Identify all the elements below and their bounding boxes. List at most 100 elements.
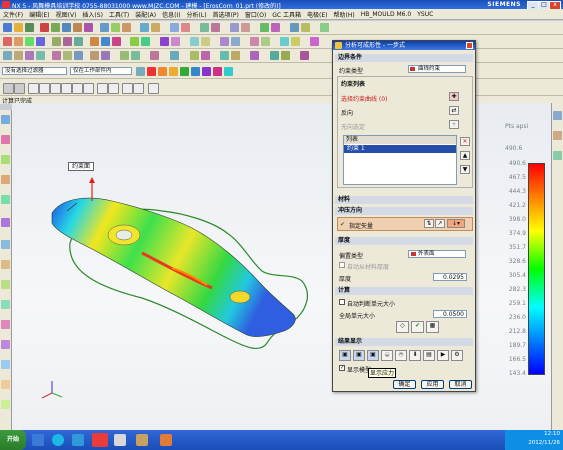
dialog-close-icon[interactable] [466, 42, 473, 49]
cross-icon[interactable] [83, 83, 94, 94]
trim-body-icon[interactable] [310, 37, 319, 46]
star-icon[interactable] [122, 83, 133, 94]
orient-icon[interactable] [90, 51, 99, 60]
intersection-icon[interactable] [202, 67, 211, 76]
on-face-icon[interactable] [224, 67, 233, 76]
quicklaunch-icon[interactable] [32, 434, 44, 446]
save-icon[interactable] [25, 23, 34, 32]
menu-insert[interactable]: 插入(S) [79, 10, 106, 19]
menu-tools[interactable]: 工具(T) [106, 10, 132, 19]
circle-tool-icon[interactable] [50, 83, 61, 94]
menu-help[interactable]: 帮助(H) [331, 10, 358, 19]
result-outline-icon[interactable]: ◓ [395, 350, 407, 361]
rotate-icon[interactable] [25, 51, 34, 60]
specify-button[interactable]: + [449, 120, 459, 129]
new-icon[interactable] [3, 23, 12, 32]
colour-icon[interactable] [231, 51, 240, 60]
move-icon[interactable] [291, 37, 300, 46]
menu-electrode[interactable]: 电极(E) [304, 10, 330, 19]
roles-right-icon[interactable] [553, 131, 562, 140]
line-tool-icon[interactable] [28, 83, 39, 94]
menu-file[interactable]: 文件(F) [0, 10, 26, 19]
text-icon[interactable] [90, 37, 99, 46]
tool-icon[interactable] [320, 23, 329, 32]
snap-icon[interactable] [290, 23, 299, 32]
select-icon[interactable] [3, 51, 12, 60]
measure-icon[interactable] [170, 23, 179, 32]
project-curve-icon[interactable] [63, 37, 72, 46]
reuse-library-icon[interactable] [1, 175, 10, 184]
axis-icon[interactable] [141, 37, 150, 46]
app-task-icon[interactable] [160, 434, 172, 446]
grid-icon[interactable] [301, 23, 310, 32]
endpoint-icon[interactable] [158, 67, 167, 76]
midpoint-icon[interactable] [169, 67, 178, 76]
move-down-button[interactable]: ▼ [460, 165, 470, 174]
quadrant-icon[interactable] [191, 67, 200, 76]
system-visualization-icon[interactable] [1, 260, 10, 269]
section-icon[interactable] [271, 23, 280, 32]
electrode-icon[interactable] [211, 23, 220, 32]
wcs-icon[interactable] [241, 23, 250, 32]
constraint-type-select[interactable]: 曲线约束 [408, 65, 466, 73]
mesh-button[interactable]: ▦ [426, 321, 439, 333]
from-material-checkbox[interactable] [339, 262, 345, 268]
zoom-icon[interactable] [14, 51, 23, 60]
point-tool-icon[interactable] [61, 83, 72, 94]
boolean-icon[interactable] [84, 23, 93, 32]
vector-reverse-button[interactable]: ⇅ [424, 219, 434, 228]
revolve-icon[interactable] [62, 23, 71, 32]
auto-size-checkbox[interactable] [339, 299, 345, 305]
render-icon[interactable] [260, 23, 269, 32]
result-strain-icon[interactable]: ▣ [367, 350, 379, 361]
vector-type-select[interactable]: ↓▾ [447, 219, 465, 228]
mould-wizard-icon[interactable] [1, 340, 10, 349]
point-constructor-icon[interactable] [3, 83, 14, 94]
snap-point-icon[interactable] [147, 67, 156, 76]
palette-icon[interactable] [553, 111, 562, 120]
menu-gc-toolbox[interactable]: GC 工具箱 [269, 10, 304, 19]
drafting-icon[interactable] [1, 380, 10, 389]
offset-curve-icon[interactable] [52, 37, 61, 46]
point-icon[interactable] [101, 37, 110, 46]
media-task-icon[interactable] [136, 434, 148, 446]
swept-icon[interactable] [171, 37, 180, 46]
layer-icon[interactable] [230, 23, 239, 32]
plane-icon[interactable] [112, 37, 121, 46]
section-direction-header[interactable]: 冲压方向 [335, 207, 473, 215]
wizard-icon[interactable] [1, 300, 10, 309]
compute-button[interactable]: ◇ [396, 321, 409, 333]
pattern-icon[interactable] [280, 37, 289, 46]
result-stress-icon[interactable]: ▣ [353, 350, 365, 361]
web-browser-icon[interactable] [1, 218, 10, 227]
result-report-icon[interactable]: ▤ [423, 350, 435, 361]
sew-icon[interactable] [201, 37, 210, 46]
right-view-icon[interactable] [150, 51, 159, 60]
line-icon[interactable] [3, 37, 12, 46]
view-cube-icon[interactable] [148, 83, 159, 94]
pan-icon[interactable] [36, 51, 45, 60]
section-boundary-header[interactable]: 边界条件 [335, 54, 473, 62]
draft-icon[interactable] [250, 37, 259, 46]
result-flange-icon[interactable]: ◒ [381, 350, 393, 361]
bridge-curve-icon[interactable] [74, 37, 83, 46]
wireframe-icon[interactable] [74, 51, 83, 60]
menu-preferences[interactable]: 首选项(P) [210, 10, 242, 19]
section-compute-header[interactable]: 计算 [335, 287, 473, 295]
curve-icon[interactable] [100, 23, 109, 32]
history-right-icon[interactable] [553, 151, 562, 160]
chamfer-icon[interactable] [151, 23, 160, 32]
menu-ysuc[interactable]: YSUC [414, 11, 436, 18]
trim-icon[interactable] [122, 23, 131, 32]
center-icon[interactable] [180, 67, 189, 76]
spline-icon[interactable] [36, 37, 45, 46]
menu-analysis[interactable]: 分析(L) [184, 10, 210, 19]
delete-constraint-button[interactable]: ✕ [460, 137, 470, 146]
vector-dialog-button[interactable]: ↗ [435, 219, 445, 228]
thicken-icon[interactable] [220, 37, 229, 46]
start-button[interactable]: 开始 [0, 430, 26, 450]
redo-icon[interactable] [281, 51, 290, 60]
section-material-header[interactable]: 材料 [335, 196, 473, 204]
folder-icon[interactable] [72, 434, 84, 446]
history-icon[interactable] [1, 195, 10, 204]
